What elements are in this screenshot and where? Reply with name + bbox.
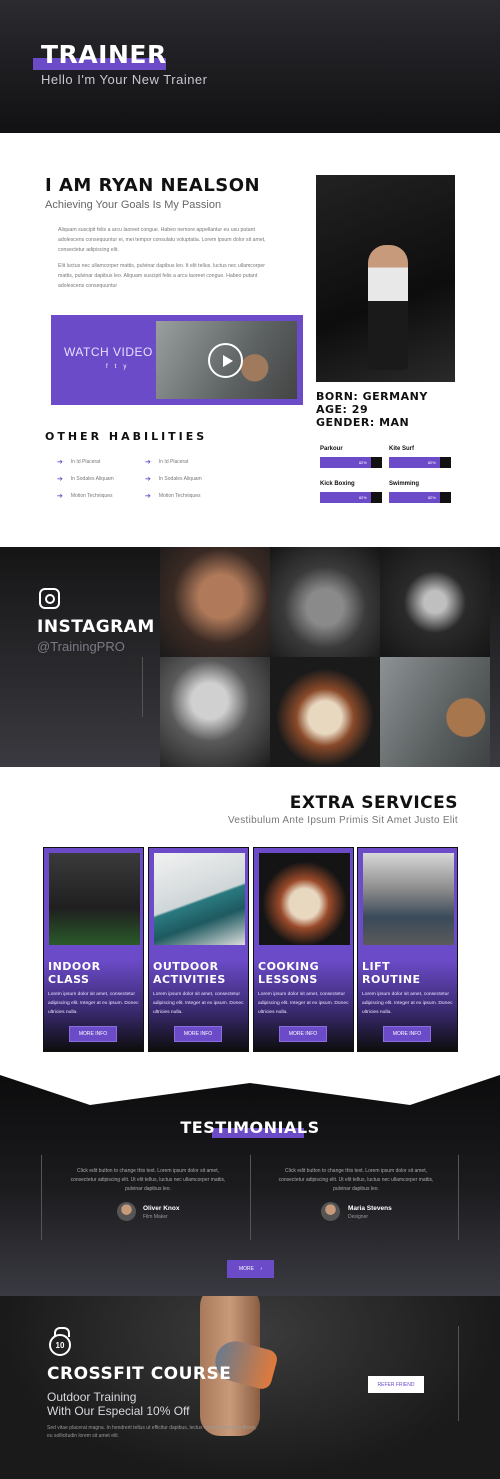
arrow-icon: ➔ xyxy=(145,493,151,500)
skill-bar: 82% xyxy=(389,457,451,468)
about-paragraph-1: Aliquam suscipit felis a arcu laoreet co… xyxy=(58,227,266,253)
gender-text: GENDER: MAN xyxy=(316,416,410,429)
testimonial-name: Oliver Knox xyxy=(143,1205,180,1212)
divider xyxy=(41,1155,42,1240)
list-item: ➔ Motion Techniques xyxy=(145,493,201,500)
avatar xyxy=(321,1202,340,1221)
trainer-bio: BORN: GERMANY AGE: 29 GENDER: MAN xyxy=(316,390,428,429)
divider xyxy=(142,657,143,717)
services-title: EXTRA SERVICES xyxy=(289,793,458,813)
crossfit-text: Sed vitae placerat magna. In hendrerit t… xyxy=(47,1425,257,1439)
arrow-icon: ➔ xyxy=(145,459,151,466)
service-image xyxy=(154,853,245,945)
arrow-icon: ➔ xyxy=(57,459,63,466)
about-paragraph-2: Elit luctus nec ullamcorper mattis, pulv… xyxy=(58,263,266,289)
instagram-photo[interactable] xyxy=(270,547,380,657)
testimonials-section: TESTIMONIALS Click edit button to change… xyxy=(0,1075,500,1296)
video-thumbnail[interactable] xyxy=(156,321,297,399)
list-item: ➔ In Sodales Aliquam xyxy=(145,476,202,483)
testimonial-text: Click edit button to change this text. L… xyxy=(278,1168,434,1192)
facebook-icon[interactable]: f xyxy=(106,364,108,370)
list-item: ➔ Motion Techniques xyxy=(57,493,113,500)
hero-banner: TRAINER Hello I'm Your New Trainer xyxy=(0,0,500,133)
testimonial-role: Film Maker xyxy=(143,1214,168,1220)
services-subtitle: Vestibulum Ante Ipsum Primis Sit Amet Ju… xyxy=(227,815,458,826)
crossfit-section: 10 CROSSFIT COURSE Outdoor Training With … xyxy=(0,1296,500,1479)
instagram-photo[interactable] xyxy=(380,657,490,767)
born-text: BORN: GERMANY xyxy=(316,390,428,403)
skill-label: Parkour xyxy=(320,446,343,452)
service-image xyxy=(363,853,454,945)
hero-subtitle: Hello I'm Your New Trainer xyxy=(41,72,208,87)
skill-label: Kick Boxing xyxy=(320,481,355,487)
skill-bar: 82% xyxy=(389,492,451,503)
testimonial-role: Designer xyxy=(348,1214,369,1220)
more-info-button[interactable]: MORE INFO xyxy=(174,1026,222,1042)
arrow-icon: ➔ xyxy=(145,476,151,483)
age-text: AGE: 29 xyxy=(316,403,369,416)
chevron-right-icon: › xyxy=(260,1266,262,1272)
crossfit-title: CROSSFIT COURSE xyxy=(47,1364,232,1384)
skill-bar: 82% xyxy=(320,457,382,468)
instagram-section: INSTAGRAM @TrainingPRO xyxy=(0,547,500,767)
video-block[interactable]: WATCH VIDEO f t y xyxy=(51,315,303,405)
more-info-button[interactable]: MORE INFO xyxy=(69,1026,117,1042)
testimonials-title: TESTIMONIALS xyxy=(180,1118,320,1137)
trainer-tagline: Achieving Your Goals Is My Passion xyxy=(45,199,222,211)
instagram-photo[interactable] xyxy=(380,547,490,657)
instagram-photo[interactable] xyxy=(270,657,380,767)
watch-video-label: WATCH VIDEO xyxy=(64,345,153,359)
service-card: COOKING LESSONS Lorem ipsum dolor sit ame… xyxy=(253,847,354,1052)
instagram-icon[interactable] xyxy=(39,588,60,609)
kettlebell-icon: 10 xyxy=(49,1327,71,1356)
twitter-icon[interactable]: t xyxy=(115,364,117,370)
list-item: ➔ In Sodales Aliquam xyxy=(57,476,114,483)
social-icons: f t y xyxy=(106,364,126,370)
arrow-icon: ➔ xyxy=(57,476,63,483)
service-card: INDOOR CLASS Lorem ipsum dolor sit amet, … xyxy=(43,847,144,1052)
service-card: OUTDOOR ACTIVITIES Lorem ipsum dolor sit … xyxy=(148,847,249,1052)
instagram-handle[interactable]: @TrainingPRO xyxy=(37,639,125,654)
refer-friend-button[interactable]: REFER FRIEND xyxy=(368,1376,424,1393)
instagram-photo[interactable] xyxy=(160,657,270,767)
more-info-button[interactable]: MORE INFO xyxy=(279,1026,327,1042)
testimonial-text: Click edit button to change this text. L… xyxy=(70,1168,226,1192)
instagram-title: INSTAGRAM xyxy=(37,617,155,637)
more-info-button[interactable]: MORE INFO xyxy=(383,1026,431,1042)
service-card: LIFT ROUTINE Lorem ipsum dolor sit amet, … xyxy=(357,847,458,1052)
testimonial-name: Maria Stevens xyxy=(348,1205,392,1212)
divider xyxy=(458,1326,459,1421)
divider xyxy=(458,1155,459,1240)
youtube-icon[interactable]: y xyxy=(123,364,126,370)
crossfit-subtitle: Outdoor Training With Our Especial 10% Of… xyxy=(47,1390,190,1418)
hero-title: TRAINER xyxy=(41,40,167,69)
service-image xyxy=(49,853,140,945)
divider xyxy=(250,1155,251,1240)
skill-bar: 82% xyxy=(320,492,382,503)
trainer-name: I AM RYAN NEALSON xyxy=(45,175,261,196)
skill-label: Swimming xyxy=(389,481,420,487)
skill-label: Kite Surf xyxy=(389,446,415,452)
instagram-photo[interactable] xyxy=(160,547,270,657)
avatar xyxy=(117,1202,136,1221)
service-image xyxy=(259,853,350,945)
arrow-icon: ➔ xyxy=(57,493,63,500)
play-icon[interactable] xyxy=(208,343,243,378)
list-item: ➔ In Id Placerat xyxy=(57,459,101,466)
trainer-photo xyxy=(316,175,455,382)
more-button[interactable]: MORE › xyxy=(227,1260,274,1278)
list-item: ➔ In Id Placerat xyxy=(145,459,189,466)
habilities-title: OTHER HABILITIES xyxy=(45,430,208,443)
